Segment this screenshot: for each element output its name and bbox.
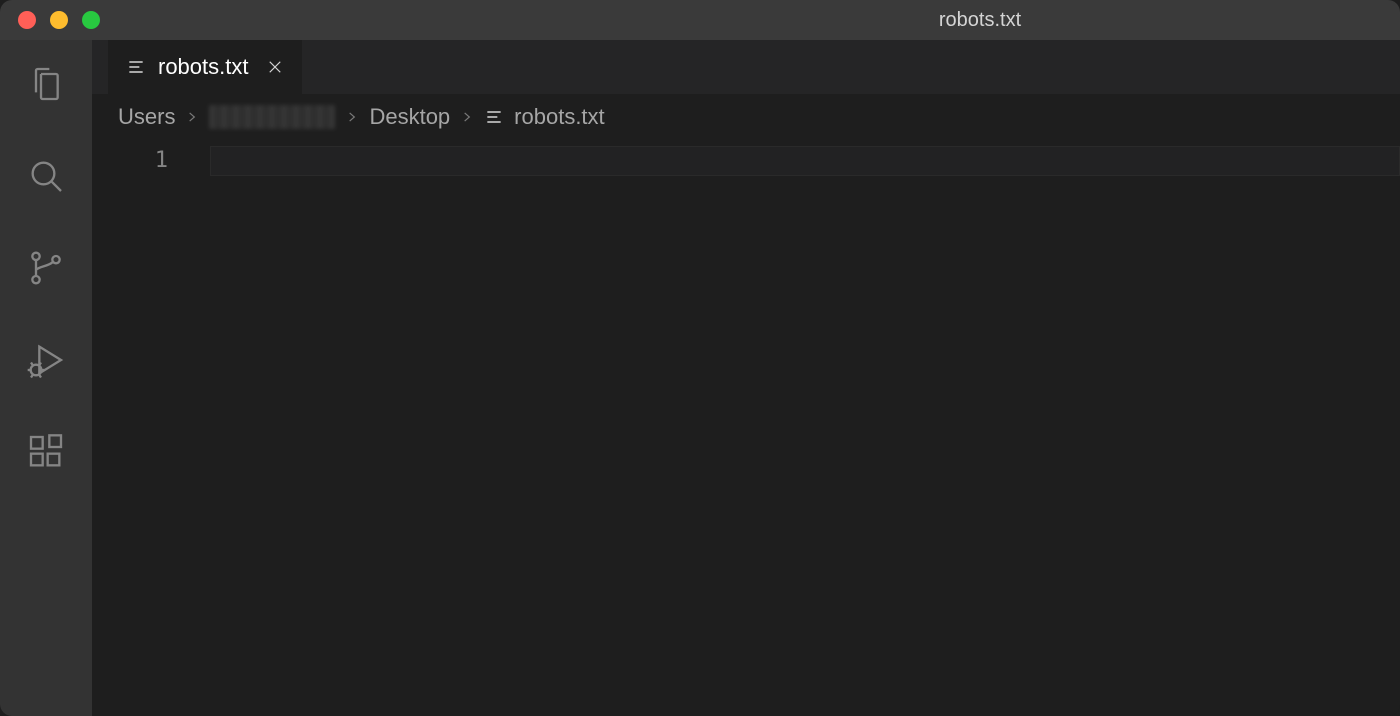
close-tab-button[interactable] <box>266 58 284 76</box>
line-number-gutter: 1 <box>92 142 210 716</box>
text-file-icon <box>484 107 504 127</box>
window-minimize-button[interactable] <box>50 11 68 29</box>
window-maximize-button[interactable] <box>82 11 100 29</box>
run-debug-icon[interactable] <box>22 336 70 384</box>
vscode-window: robots.txt <box>0 0 1400 716</box>
chevron-right-icon <box>185 110 199 124</box>
line-number: 1 <box>92 146 168 176</box>
search-icon[interactable] <box>22 152 70 200</box>
code-editor[interactable]: 1 <box>92 142 1400 716</box>
tab-label: robots.txt <box>158 54 248 80</box>
tab-robots-txt[interactable]: robots.txt <box>108 40 302 94</box>
activity-bar <box>0 40 92 716</box>
breadcrumb-item[interactable]: Desktop <box>369 104 450 130</box>
breadcrumb-item[interactable]: robots.txt <box>514 104 604 130</box>
breadcrumb-item[interactable]: Users <box>118 104 175 130</box>
tabs-bar: robots.txt <box>92 40 1400 94</box>
titlebar: robots.txt <box>0 0 1400 40</box>
current-line-highlight <box>210 146 1400 176</box>
window-controls <box>0 11 100 29</box>
explorer-icon[interactable] <box>22 60 70 108</box>
chevron-right-icon <box>460 110 474 124</box>
editor-group: robots.txt Users Desktop robots.txt <box>92 40 1400 716</box>
window-close-button[interactable] <box>18 11 36 29</box>
breadcrumbs: Users Desktop robots.txt <box>92 94 1400 142</box>
extensions-icon[interactable] <box>22 428 70 476</box>
text-file-icon <box>126 57 146 77</box>
chevron-right-icon <box>345 110 359 124</box>
source-control-icon[interactable] <box>22 244 70 292</box>
breadcrumb-item-redacted[interactable] <box>209 105 335 129</box>
code-area[interactable] <box>210 142 1400 716</box>
window-title: robots.txt <box>939 9 1021 32</box>
